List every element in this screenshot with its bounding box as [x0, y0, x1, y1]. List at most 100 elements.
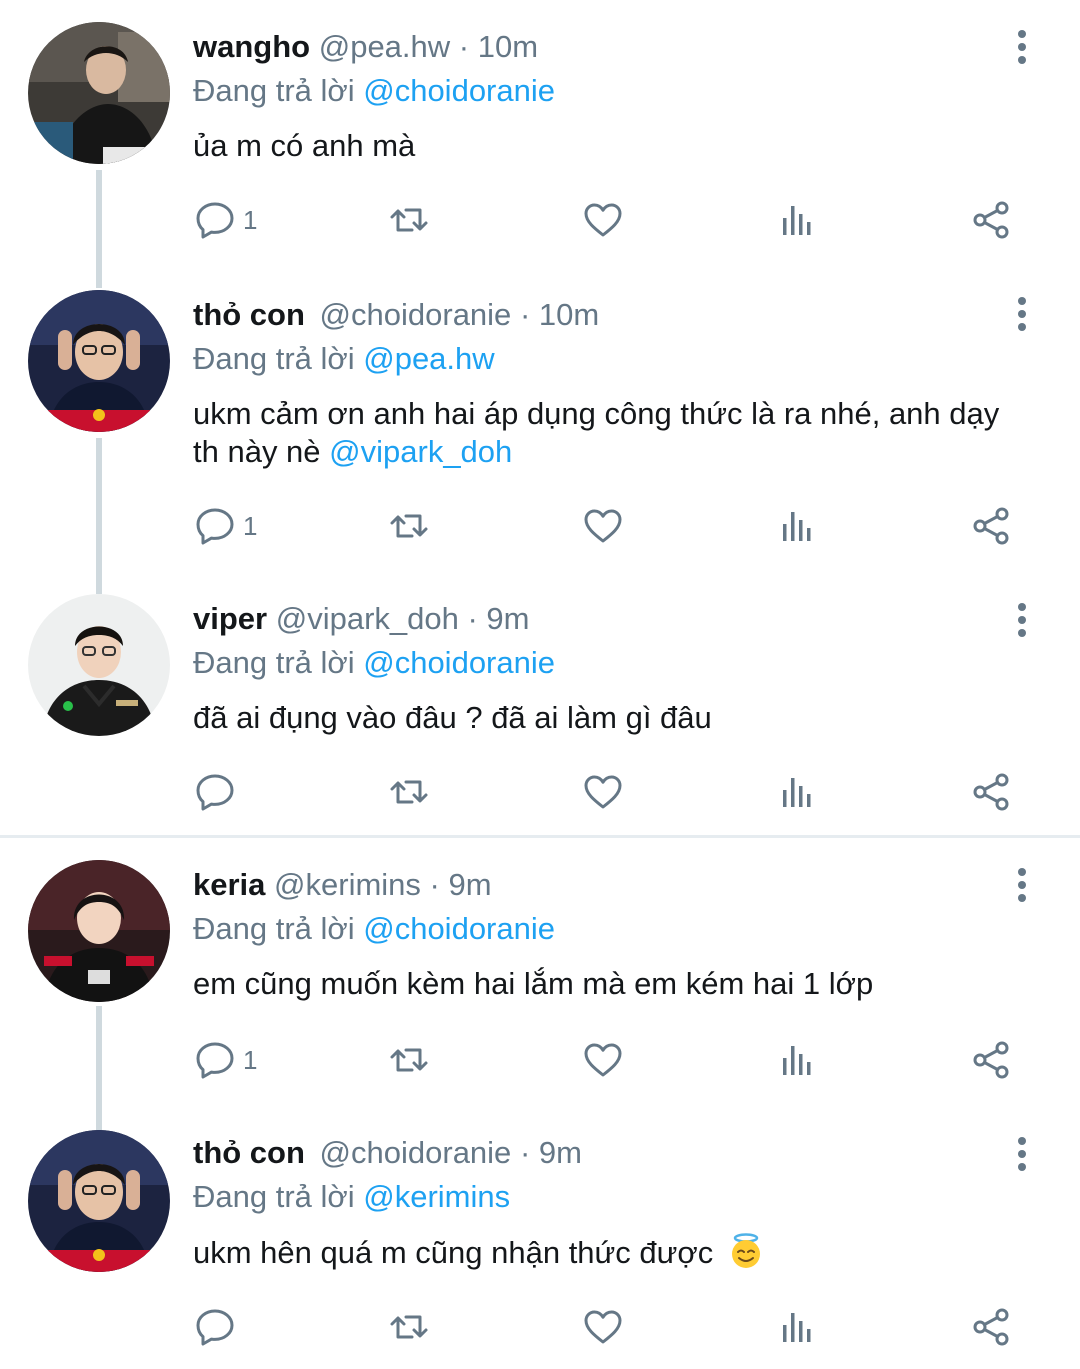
reply-button[interactable]: 1 [193, 190, 257, 250]
tweet[interactable]: thỏ con @choidoranie · 10m Đang trả lời … [0, 290, 1080, 590]
share-icon [969, 1305, 1013, 1349]
replying-to: Đang trả lời @choidoranie [193, 72, 555, 110]
replying-to-label: Đang trả lời [193, 341, 364, 376]
user-handle[interactable]: @choidoranie [320, 1135, 512, 1170]
like-button[interactable] [581, 1030, 625, 1090]
share-button[interactable] [969, 1297, 1013, 1357]
mention-link[interactable]: @choidoranie [363, 645, 555, 680]
analytics-button[interactable] [775, 496, 819, 556]
retweet-button[interactable] [387, 762, 431, 822]
reply-button[interactable]: 1 [193, 496, 257, 556]
retweet-button[interactable] [387, 496, 431, 556]
tweet-text: em cũng muốn kèm hai lắm mà em kém hai 1… [193, 966, 874, 1001]
tweet-text: ukm cảm ơn anh hai áp dụng công thức là … [193, 395, 1043, 471]
analytics-button[interactable] [775, 190, 819, 250]
retweet-icon [387, 198, 431, 242]
tweet-actions [0, 1297, 1080, 1357]
like-icon [581, 504, 625, 548]
analytics-icon [775, 770, 819, 814]
mention-link[interactable]: @pea.hw [363, 341, 494, 376]
mention-link[interactable]: @choidoranie [363, 911, 555, 946]
reply-button[interactable] [193, 1297, 237, 1357]
tweet-actions: 1 [0, 1030, 1080, 1090]
timestamp: · 10m [519, 297, 600, 332]
tweet[interactable]: wangho @pea.hw · 10m Đang trả lời @choid… [0, 0, 1080, 290]
avatar[interactable] [28, 594, 170, 736]
replying-to-label: Đang trả lời [193, 645, 364, 680]
timestamp: · 9m [519, 1135, 582, 1170]
share-button[interactable] [969, 496, 1013, 556]
display-name[interactable]: thỏ con [193, 297, 305, 332]
reply-button[interactable] [193, 762, 237, 822]
tweet-text-line: ukm hên quá m cũng nhận thức được [193, 1235, 714, 1270]
more-options-icon[interactable] [1000, 292, 1044, 336]
user-handle[interactable]: @choidoranie [320, 297, 512, 332]
retweet-button[interactable] [387, 1030, 431, 1090]
share-button[interactable] [969, 190, 1013, 250]
like-button[interactable] [581, 190, 625, 250]
retweet-icon [387, 1038, 431, 1082]
user-handle[interactable]: @vipark_doh [276, 601, 459, 636]
avatar[interactable] [28, 22, 170, 164]
analytics-button[interactable] [775, 1297, 819, 1357]
mention-link[interactable]: @choidoranie [363, 73, 555, 108]
reply-count: 1 [243, 510, 258, 541]
avatar[interactable] [28, 290, 170, 432]
tweet-header: thỏ con @choidoranie · 9m [193, 1134, 582, 1172]
analytics-button[interactable] [775, 1030, 819, 1090]
like-button[interactable] [581, 762, 625, 822]
analytics-icon [775, 198, 819, 242]
analytics-icon [775, 1038, 819, 1082]
tweet-header: wangho @pea.hw · 10m [193, 28, 538, 66]
reply-icon [193, 198, 237, 242]
display-name[interactable]: wangho [193, 29, 310, 64]
share-icon [969, 504, 1013, 548]
reply-icon [193, 504, 237, 548]
more-options-icon[interactable] [1000, 863, 1044, 907]
tweet-text: đã ai đụng vào đâu ? đã ai làm gì đâu [193, 700, 712, 735]
mention-link[interactable]: @vipark_doh [329, 434, 512, 469]
tweet-header: thỏ con @choidoranie · 10m [193, 296, 599, 334]
display-name[interactable]: viper [193, 601, 267, 636]
tweet-text: ủa m có anh mà [193, 128, 416, 163]
reply-icon [193, 1038, 237, 1082]
replying-to: Đang trả lời @pea.hw [193, 340, 495, 378]
share-button[interactable] [969, 762, 1013, 822]
share-icon [969, 1038, 1013, 1082]
replying-to: Đang trả lời @choidoranie [193, 644, 555, 682]
avatar[interactable] [28, 1130, 170, 1272]
user-handle[interactable]: @kerimins [274, 867, 421, 902]
like-button[interactable] [581, 496, 625, 556]
replying-to-label: Đang trả lời [193, 1179, 364, 1214]
tweet[interactable]: thỏ con @choidoranie · 9m Đang trả lời @… [0, 1130, 1080, 1369]
analytics-button[interactable] [775, 762, 819, 822]
timestamp: · 10m [458, 29, 539, 64]
like-icon [581, 198, 625, 242]
more-options-icon[interactable] [1000, 1132, 1044, 1176]
tweet-header: keria @kerimins · 9m [193, 866, 492, 904]
display-name[interactable]: keria [193, 867, 265, 902]
tweet-actions: 1 [0, 190, 1080, 250]
timestamp: · 9m [429, 867, 492, 902]
display-name[interactable]: thỏ con [193, 1135, 305, 1170]
retweet-button[interactable] [387, 190, 431, 250]
more-options-icon[interactable] [1000, 25, 1044, 69]
retweet-button[interactable] [387, 1297, 431, 1357]
tweet-text-line: th này nè [193, 434, 330, 469]
analytics-icon [775, 504, 819, 548]
mention-link[interactable]: @kerimins [363, 1179, 510, 1214]
avatar[interactable] [28, 860, 170, 1002]
timestamp: · 9m [467, 601, 530, 636]
user-handle[interactable]: @pea.hw [319, 29, 450, 64]
tweet[interactable]: keria @kerimins · 9m Đang trả lời @choid… [0, 838, 1080, 1130]
like-icon [581, 1038, 625, 1082]
like-button[interactable] [581, 1297, 625, 1357]
share-icon [969, 198, 1013, 242]
reply-count: 1 [243, 1044, 258, 1075]
like-icon [581, 770, 625, 814]
reply-button[interactable]: 1 [193, 1030, 257, 1090]
tweet[interactable]: viper @vipark_doh · 9m Đang trả lời @cho… [0, 590, 1080, 835]
retweet-icon [387, 770, 431, 814]
share-button[interactable] [969, 1030, 1013, 1090]
more-options-icon[interactable] [1000, 598, 1044, 642]
